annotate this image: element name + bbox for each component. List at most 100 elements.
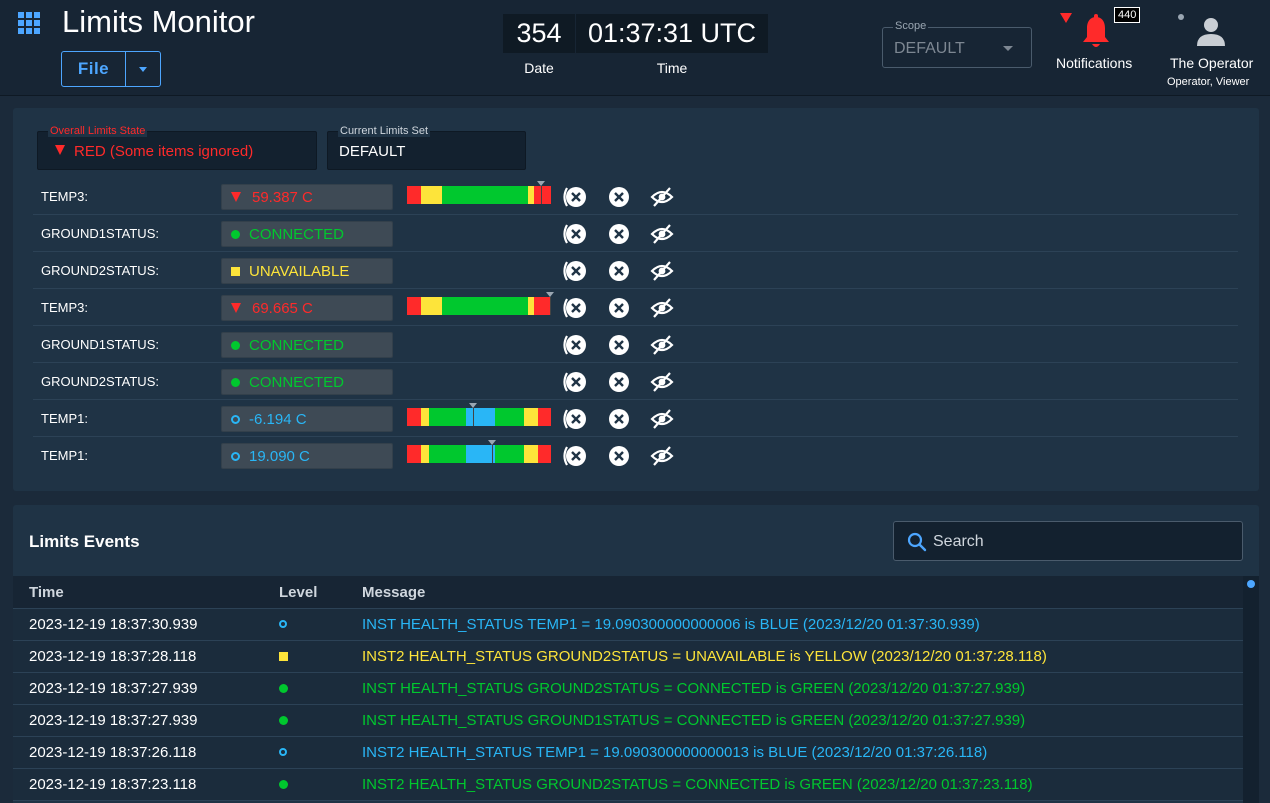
limits-events-panel: Limits Events Search Time Level Message … (13, 505, 1259, 803)
overall-limits-state-text: RED (Some items ignored) (74, 143, 254, 160)
blue-ring-icon (231, 414, 240, 424)
hide-item-icon[interactable] (650, 445, 674, 467)
alert-triangle-icon (1060, 13, 1072, 23)
table-row[interactable]: 2023-12-19 18:37:30.939 INST HEALTH_STATU… (13, 609, 1243, 641)
ignore-item-icon[interactable] (561, 371, 586, 393)
limit-row: TEMP3: 59.387 C (33, 178, 1238, 215)
hide-item-icon[interactable] (650, 186, 674, 208)
file-menu: File (61, 51, 161, 87)
blue-ring-icon (279, 620, 287, 628)
scope-value: DEFAULT (894, 40, 965, 57)
limit-item-value: 69.665 C (221, 295, 393, 321)
limits-bar-value-line (540, 186, 542, 204)
user-avatar-icon[interactable] (1196, 16, 1226, 46)
ignore-all-icon[interactable] (608, 223, 630, 245)
limit-item-value-text: CONNECTED (249, 336, 345, 354)
hide-item-icon[interactable] (650, 297, 674, 319)
ignore-item-icon[interactable] (561, 260, 586, 282)
limits-bar (407, 181, 551, 204)
event-time: 2023-12-19 18:37:28.118 (29, 648, 197, 665)
ignore-all-icon[interactable] (608, 260, 630, 282)
limit-item-value: 19.090 C (221, 443, 393, 469)
column-header-message[interactable]: Message (362, 584, 425, 601)
alert-triangle-icon (231, 303, 241, 313)
limit-row: GROUND1STATUS: CONNECTED (33, 215, 1238, 252)
ignore-all-icon[interactable] (608, 334, 630, 356)
ignore-item-icon[interactable] (561, 186, 586, 208)
ignore-item-icon[interactable] (561, 408, 586, 430)
alert-triangle-icon (231, 192, 241, 202)
scope-select[interactable]: Scope DEFAULT (882, 20, 1032, 68)
limit-row: TEMP1: 19.090 C (33, 437, 1238, 474)
table-row[interactable]: 2023-12-19 18:37:23.118 INST2 HEALTH_STAT… (13, 769, 1243, 801)
notifications-badge: 440 (1114, 7, 1141, 23)
limits-bar (407, 440, 551, 463)
limits-bar-segment (441, 297, 528, 315)
events-table-body: 2023-12-19 18:37:30.939 INST HEALTH_STATU… (13, 609, 1243, 801)
table-row[interactable]: 2023-12-19 18:37:26.118 INST2 HEALTH_STAT… (13, 737, 1243, 769)
overall-limits-state-value: RED (Some items ignored) (55, 143, 253, 160)
ignore-item-icon[interactable] (561, 223, 586, 245)
table-row[interactable]: 2023-12-19 18:37:27.939 INST HEALTH_STATU… (13, 673, 1243, 705)
event-time: 2023-12-19 18:37:23.118 (29, 776, 197, 793)
ignore-all-icon[interactable] (608, 371, 630, 393)
time-display: 01:37:31 UTC (576, 14, 768, 53)
column-header-level[interactable]: Level (279, 584, 317, 601)
ignore-all-icon[interactable] (608, 297, 630, 319)
search-input[interactable]: Search (893, 521, 1243, 561)
time-label: Time (656, 60, 688, 76)
limit-item-name: TEMP1: (41, 411, 88, 426)
event-message: INST HEALTH_STATUS GROUND1STATUS = CONNE… (362, 712, 1026, 729)
file-dropdown-button[interactable] (125, 52, 160, 86)
notifications-label[interactable]: Notifications (1056, 55, 1132, 71)
limit-item-value: CONNECTED (221, 221, 393, 247)
limit-item-value-text: 69.665 C (252, 299, 313, 317)
green-circle-icon (231, 377, 240, 387)
limits-bar-segment (538, 408, 551, 426)
event-message: INST2 HEALTH_STATUS GROUND2STATUS = UNAV… (362, 648, 1047, 665)
limits-bar-segment (441, 186, 528, 204)
ignore-all-icon[interactable] (608, 445, 630, 467)
limit-item-value: UNAVAILABLE (221, 258, 393, 284)
limits-bar-segment (538, 445, 551, 463)
limit-item-name: TEMP3: (41, 300, 88, 315)
limits-bar-segment (428, 445, 467, 463)
bell-icon[interactable] (1081, 14, 1111, 50)
scrollbar-thumb[interactable] (1247, 580, 1255, 588)
hide-item-icon[interactable] (650, 371, 674, 393)
hide-item-icon[interactable] (650, 334, 674, 356)
limit-item-value: CONNECTED (221, 332, 393, 358)
limits-bar-segment (466, 408, 495, 426)
hide-item-icon[interactable] (650, 408, 674, 430)
green-circle-icon (279, 780, 288, 789)
limits-bar-marker-icon (545, 292, 554, 297)
status-dot-icon (1178, 14, 1184, 20)
ignore-item-icon[interactable] (561, 334, 586, 356)
limit-item-value-text: 19.090 C (249, 447, 310, 465)
ignore-all-icon[interactable] (608, 408, 630, 430)
table-row[interactable]: 2023-12-19 18:37:27.939 INST HEALTH_STATU… (13, 705, 1243, 737)
ignore-item-icon[interactable] (561, 297, 586, 319)
apps-grid-icon[interactable] (18, 12, 40, 34)
alert-triangle-icon (55, 145, 65, 156)
limit-item-name: GROUND1STATUS: (41, 226, 159, 241)
table-row[interactable]: 2023-12-19 18:37:28.118 INST2 HEALTH_STAT… (13, 641, 1243, 673)
current-limits-set-label: Current Limits Set (338, 125, 431, 137)
scope-label: Scope (893, 20, 929, 32)
ignore-all-icon[interactable] (608, 186, 630, 208)
limits-bar-value-line (473, 408, 475, 426)
hide-item-icon[interactable] (650, 223, 674, 245)
column-header-time[interactable]: Time (29, 584, 64, 601)
limit-item-value: -6.194 C (221, 406, 393, 432)
events-scrollbar[interactable] (1243, 576, 1259, 803)
events-table: Time Level Message 2023-12-19 18:37:30.9… (13, 576, 1243, 801)
overall-limits-state-label: Overall Limits State (48, 125, 148, 137)
limits-bar-marker-icon (487, 440, 496, 445)
event-message: INST HEALTH_STATUS GROUND2STATUS = CONNE… (362, 680, 1026, 697)
file-button[interactable]: File (62, 52, 125, 86)
limit-item-value: CONNECTED (221, 369, 393, 395)
hide-item-icon[interactable] (650, 260, 674, 282)
ignore-item-icon[interactable] (561, 445, 586, 467)
limits-bar-segment (494, 408, 524, 426)
limits-bar (407, 292, 554, 315)
